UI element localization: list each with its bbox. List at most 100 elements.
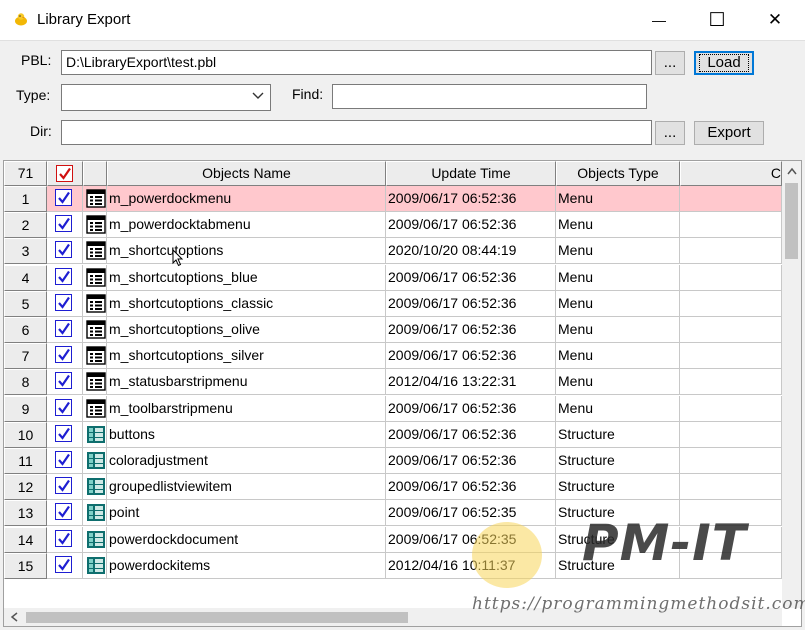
type-select[interactable]: [61, 84, 271, 111]
object-type-cell: Structure: [556, 421, 680, 448]
vertical-scroll-thumb[interactable]: [785, 183, 798, 259]
scroll-up-icon[interactable]: [787, 167, 797, 175]
update-time-cell: 2009/06/17 06:52:36: [386, 474, 556, 501]
objects-grid[interactable]: 71 Objects Name Update Time Objects Type…: [3, 160, 802, 627]
table-row[interactable]: 2 m_powerdocktabmenu 2009/06/17 06:52:36 Me…: [4, 212, 782, 239]
object-name-cell: m_shortcutoptions_blue: [107, 264, 386, 291]
table-row[interactable]: 15 powerdockitems 2012/04/16 10:11:37 Struc…: [4, 552, 782, 579]
pbl-field[interactable]: D:\LibraryExport\test.pbl: [61, 50, 652, 75]
menu-icon: [86, 215, 106, 234]
row-icon-cell: [83, 317, 107, 343]
grid-header: 71 Objects Name Update Time Objects Type…: [4, 161, 782, 186]
select-all-header[interactable]: [47, 161, 83, 186]
minimize-button[interactable]: —: [630, 0, 688, 40]
object-name-cell: powerdockdocument: [107, 526, 386, 553]
row-select-cell[interactable]: [47, 290, 83, 317]
table-row[interactable]: 3 m_shortcutoptions 2020/10/20 08:44:19 Men…: [4, 238, 782, 265]
row-number: 7: [4, 343, 47, 370]
row-select-cell[interactable]: [47, 238, 83, 265]
row-checkbox[interactable]: [55, 372, 72, 390]
comment-cell: [680, 395, 782, 422]
check-icon: [58, 375, 70, 388]
row-select-cell[interactable]: [47, 448, 83, 474]
row-checkbox[interactable]: [55, 267, 72, 285]
browse-pbl-button[interactable]: ...: [655, 51, 685, 75]
browse-dir-button[interactable]: ...: [655, 121, 685, 145]
row-select-cell[interactable]: [47, 264, 83, 291]
row-select-cell[interactable]: [47, 369, 83, 396]
row-select-cell[interactable]: [47, 186, 83, 212]
table-row[interactable]: 7 m_shortcutoptions_silver 2009/06/17 06:5…: [4, 343, 782, 370]
object-name-cell: coloradjustment: [107, 448, 386, 474]
check-icon: [58, 401, 70, 414]
maximize-button[interactable]: ☐: [688, 0, 746, 40]
scroll-left-icon[interactable]: [10, 612, 18, 622]
row-icon-cell: [83, 343, 107, 370]
row-checkbox[interactable]: [55, 503, 72, 521]
dir-field[interactable]: [61, 120, 652, 145]
row-select-cell[interactable]: [47, 343, 83, 370]
row-select-cell[interactable]: [47, 526, 83, 553]
row-checkbox[interactable]: [55, 189, 72, 206]
column-header-objects-type[interactable]: Objects Type: [556, 161, 680, 186]
row-select-cell[interactable]: [47, 421, 83, 448]
row-checkbox[interactable]: [55, 555, 72, 573]
type-label: Type:: [16, 87, 51, 103]
row-checkbox[interactable]: [55, 451, 72, 468]
object-type-cell: Structure: [556, 448, 680, 474]
horizontal-scroll-thumb[interactable]: [26, 612, 408, 623]
object-name-cell: m_statusbarstripmenu: [107, 369, 386, 396]
table-row[interactable]: 11 coloradjustment 2009/06/17 06:52:36 Stru…: [4, 448, 782, 474]
select-all-checkbox[interactable]: [56, 165, 73, 182]
row-checkbox[interactable]: [55, 346, 72, 364]
column-header-objects-name[interactable]: Objects Name: [107, 161, 386, 186]
row-checkbox[interactable]: [55, 398, 72, 416]
check-icon: [58, 244, 70, 257]
table-row[interactable]: 14 powerdockdocument 2009/06/17 06:52:35 St…: [4, 526, 782, 553]
row-select-cell[interactable]: [47, 212, 83, 239]
row-checkbox[interactable]: [55, 320, 72, 337]
column-header-update-time[interactable]: Update Time: [386, 161, 556, 186]
table-row[interactable]: 10 buttons 2009/06/17 06:52:36 Structure: [4, 421, 782, 448]
check-icon: [58, 532, 70, 545]
close-button[interactable]: ✕: [746, 0, 804, 40]
find-field[interactable]: [332, 84, 647, 109]
load-button[interactable]: Load: [694, 51, 754, 75]
row-select-cell[interactable]: [47, 552, 83, 579]
row-number: 14: [4, 526, 47, 553]
structure-icon: [86, 425, 106, 444]
row-icon-cell: [83, 552, 107, 579]
row-checkbox[interactable]: [55, 424, 72, 442]
table-row[interactable]: 5 m_shortcutoptions_classic 2009/06/17 06:…: [4, 290, 782, 317]
row-icon-cell: [83, 421, 107, 448]
comment-cell: [680, 290, 782, 317]
row-icon-cell: [83, 369, 107, 396]
title-bar: Library Export — ☐ ✕: [0, 0, 805, 40]
column-header-comment[interactable]: C: [680, 161, 782, 186]
row-checkbox[interactable]: [55, 477, 72, 495]
row-select-cell[interactable]: [47, 500, 83, 527]
comment-cell: [680, 552, 782, 579]
row-select-cell[interactable]: [47, 317, 83, 343]
row-checkbox[interactable]: [55, 215, 72, 233]
row-select-cell[interactable]: [47, 474, 83, 501]
update-time-cell: 2009/06/17 06:52:36: [386, 212, 556, 239]
vertical-scrollbar[interactable]: [782, 161, 801, 608]
row-checkbox[interactable]: [55, 293, 72, 311]
structure-icon: [86, 451, 106, 470]
table-row[interactable]: 12 groupedlistviewitem 2009/06/17 06:52:36…: [4, 474, 782, 501]
table-row[interactable]: 13 point 2009/06/17 06:52:35 Structure: [4, 500, 782, 527]
export-button[interactable]: Export: [694, 121, 764, 145]
row-checkbox[interactable]: [55, 241, 72, 259]
table-row[interactable]: 1 m_powerdockmenu 2009/06/17 06:52:36 Menu: [4, 186, 782, 212]
row-number: 4: [4, 264, 47, 291]
row-checkbox[interactable]: [55, 529, 72, 547]
row-icon-cell: [83, 264, 107, 291]
table-row[interactable]: 6 m_shortcutoptions_olive 2009/06/17 06:52…: [4, 317, 782, 343]
table-row[interactable]: 4 m_shortcutoptions_blue 2009/06/17 06:52:…: [4, 264, 782, 291]
horizontal-scrollbar[interactable]: [4, 608, 782, 626]
check-icon: [58, 270, 70, 283]
row-select-cell[interactable]: [47, 395, 83, 422]
table-row[interactable]: 9 m_toolbarstripmenu 2009/06/17 06:52:36 Me…: [4, 395, 782, 422]
table-row[interactable]: 8 m_statusbarstripmenu 2012/04/16 13:22:31…: [4, 369, 782, 396]
